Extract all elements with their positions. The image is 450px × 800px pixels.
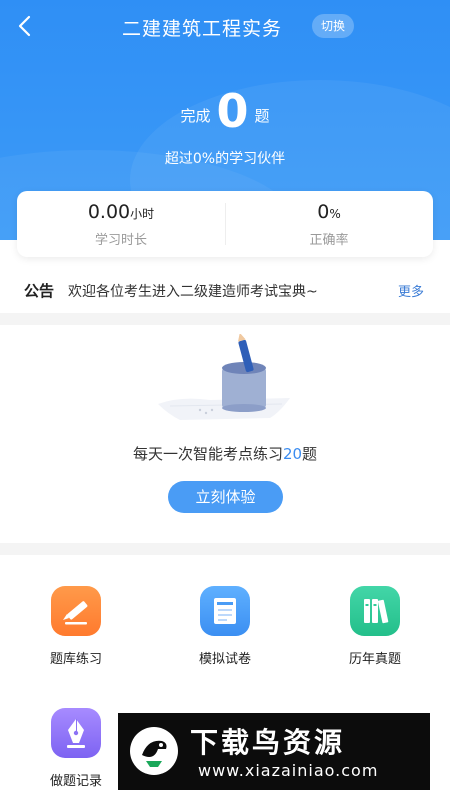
test-paper-icon [200,586,250,636]
bird-logo-icon [130,727,178,775]
page-title: 二建建筑工程实务 [121,18,282,40]
grid-item-question-bank[interactable]: 题库练习 [26,586,126,667]
grid-label: 模拟试卷 [198,652,251,667]
notice-text: 欢迎各位考生进入二级建造师考试宝典~ [68,284,318,300]
beat-peers-text: 超过0%的学习伙伴 [164,151,286,167]
study-time-label: 学习时长 [94,233,147,248]
books-icon [350,586,400,636]
grid-item-past-papers[interactable]: 历年真题 [325,586,425,667]
study-time-unit: 小时 [130,207,155,221]
completed-count: 0 [216,84,249,138]
grid-item-practice-records[interactable]: 做题记录 [26,708,126,789]
accuracy-value: 0 [317,201,330,223]
pen-holder-illustration [158,334,290,420]
watermark-banner: 下载鸟资源 www.xiazainiao.com [118,713,430,790]
watermark-url: www.xiazainiao.com [198,761,379,780]
grid-item-mock-exam[interactable]: 模拟试卷 [175,586,275,667]
daily-text-before: 每天一次智能考点练习 [132,445,283,463]
watermark-title: 下载鸟资源 [190,726,346,759]
pencil-icon [51,586,101,636]
accuracy-label: 正确率 [309,233,349,248]
notice-tag: 公告 [24,282,55,300]
daily-text-after: 题 [302,445,318,463]
accuracy-stat: 0% 正确率 [225,201,433,248]
try-now-button[interactable]: 立刻体验 [168,481,283,513]
daily-count: 20 [282,445,303,463]
grid-label: 历年真题 [348,652,401,667]
notice-bar[interactable]: 公告 欢迎各位考生进入二级建造师考试宝典~ 更多 [0,270,450,310]
stats-card: 0.00小时 学习时长 0% 正确率 [17,191,433,257]
grid-label: 题库练习 [49,652,102,667]
grid-label: 做题记录 [49,774,102,789]
pen-nib-icon [51,708,101,758]
top-bar: 二建建筑工程实务 切换 [0,0,450,56]
completed-prefix: 完成 [180,107,211,125]
notice-more-link[interactable]: 更多 [398,281,424,300]
study-time-value: 0.00 [87,201,131,223]
completed-count-row: 完成 0 题 [0,84,450,138]
accuracy-unit: % [329,207,341,221]
section-divider [0,313,450,325]
completed-suffix: 题 [254,107,270,125]
study-time-stat: 0.00小时 学习时长 [17,201,225,248]
switch-subject-button[interactable]: 切换 [312,14,355,38]
daily-practice-text: 每天一次智能考点练习20题 [0,443,450,464]
section-divider [0,543,450,555]
